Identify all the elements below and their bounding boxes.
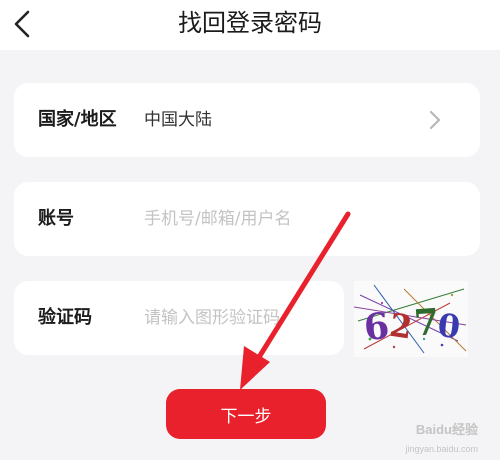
- captcha-char-2: 2: [387, 306, 414, 347]
- region-row[interactable]: 国家/地区 中国大陆: [14, 83, 480, 157]
- page-title: 找回登录密码: [178, 9, 322, 37]
- captcha-noise: 6 2 7 0: [353, 284, 467, 354]
- watermark-brand: Baidu经验: [415, 422, 478, 437]
- captcha-label: 验证码: [38, 307, 92, 328]
- captcha-char-4: 0: [436, 306, 462, 346]
- header-bar: 找回登录密码: [0, 0, 500, 50]
- region-value: 中国大陆: [144, 110, 212, 130]
- next-button[interactable]: 下一步: [166, 389, 326, 439]
- account-input[interactable]: [144, 200, 454, 238]
- watermark-url: jingyan.baidu.com: [405, 444, 478, 454]
- captcha-input[interactable]: [144, 299, 334, 337]
- captcha-image[interactable]: 6 2 7 0: [353, 281, 468, 357]
- account-label: 账号: [38, 208, 74, 229]
- chevron-right-icon: [429, 110, 441, 130]
- account-row: 账号: [14, 182, 480, 256]
- region-label: 国家/地区: [38, 109, 117, 130]
- back-button[interactable]: [8, 6, 38, 42]
- chevron-left-icon: [14, 10, 30, 38]
- captcha-row: 验证码: [14, 281, 344, 355]
